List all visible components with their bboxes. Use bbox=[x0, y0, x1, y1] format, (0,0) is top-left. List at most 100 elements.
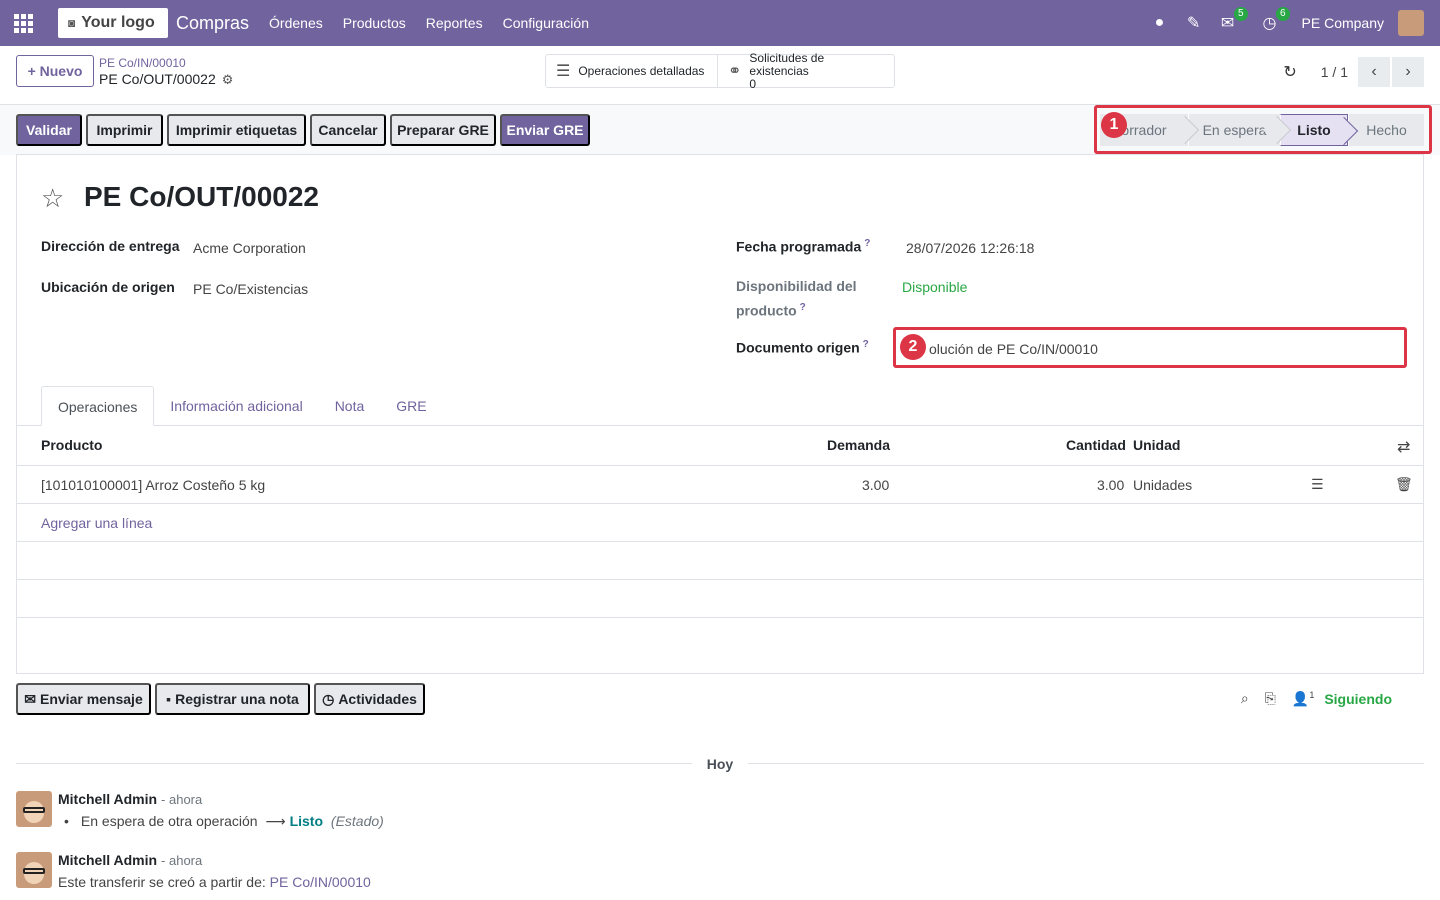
table-header: Producto Demanda Cantidad Unidad ⇄ bbox=[17, 426, 1423, 466]
row-quantity[interactable]: 3.00 bbox=[1097, 477, 1124, 493]
main-menu: Órdenes Productos Reportes Configuración bbox=[259, 15, 599, 31]
search-icon[interactable]: ⌕ bbox=[1241, 690, 1249, 707]
following-button[interactable]: Siguiendo bbox=[1324, 691, 1392, 707]
record-title: PE Co/OUT/00022 bbox=[84, 181, 319, 212]
trash-icon[interactable]: 🗑 bbox=[1395, 476, 1413, 493]
help-icon[interactable]: ? bbox=[864, 238, 870, 249]
company-switcher[interactable]: PE Company bbox=[1302, 15, 1384, 31]
availability-value: Disponible bbox=[902, 279, 968, 295]
arrow-right-icon: ⟶ bbox=[265, 813, 286, 829]
app-name[interactable]: Compras bbox=[176, 13, 249, 34]
table-row[interactable]: [101010100001] Arroz Costeño 5 kg 3.00 3… bbox=[17, 466, 1423, 504]
breadcrumb-parent[interactable]: PE Co/IN/00010 bbox=[99, 56, 233, 70]
edit-icon[interactable]: ✎ bbox=[1184, 13, 1204, 33]
send-message-button[interactable]: ✉ Enviar mensaje bbox=[16, 683, 151, 715]
menu-item-reports[interactable]: Reportes bbox=[426, 15, 483, 31]
drop-icon[interactable]: ● bbox=[1150, 14, 1170, 32]
tab-note[interactable]: Nota bbox=[319, 386, 381, 426]
tab-operations[interactable]: Operaciones bbox=[41, 386, 155, 426]
pager: ↻ 1 / 1 ‹ › bbox=[1283, 57, 1424, 87]
date-separator-line bbox=[16, 763, 692, 764]
activities-label: Actividades bbox=[338, 691, 417, 707]
column-unit[interactable]: Unidad bbox=[1133, 437, 1180, 453]
send-message-label: Enviar mensaje bbox=[40, 691, 143, 707]
tab-gre[interactable]: GRE bbox=[380, 386, 442, 426]
new-button[interactable]: + Nuevo bbox=[16, 55, 94, 87]
message-author: Mitchell Admin - ahora bbox=[58, 791, 202, 807]
message-time: - ahora bbox=[161, 792, 203, 807]
prepare-gre-button[interactable]: Preparar GRE bbox=[390, 114, 496, 146]
cancel-button[interactable]: Cancelar bbox=[310, 114, 386, 146]
column-quantity[interactable]: Cantidad bbox=[1066, 437, 1126, 453]
logo-text: Your logo bbox=[81, 14, 155, 31]
availability-label: Disponibilidad del producto? bbox=[736, 276, 857, 322]
column-settings-icon[interactable]: ⇄ bbox=[1397, 437, 1410, 457]
camera-icon: ◙ bbox=[68, 16, 76, 30]
paperclip-icon[interactable]: ⎘ bbox=[1265, 690, 1276, 707]
tab-additional-info[interactable]: Información adicional bbox=[154, 386, 318, 426]
gear-icon[interactable]: ⚙ bbox=[222, 72, 234, 87]
add-line-link[interactable]: Agregar una línea bbox=[41, 515, 152, 531]
stock-requests-button[interactable]: ⚭ Solicitudes de existencias 0 bbox=[717, 51, 894, 90]
help-icon[interactable]: ? bbox=[800, 302, 806, 313]
avatar[interactable] bbox=[16, 852, 52, 888]
tracking-field-name: (Estado) bbox=[330, 813, 384, 829]
form-sheet: ☆ PE Co/OUT/00022 Dirección de entrega A… bbox=[16, 154, 1424, 674]
detailed-operations-button[interactable]: ☰ Operaciones detalladas bbox=[546, 55, 717, 87]
message-author-name[interactable]: Mitchell Admin bbox=[58, 791, 157, 807]
message-author: Mitchell Admin - ahora bbox=[58, 852, 202, 868]
followers-count: 1 bbox=[1309, 690, 1315, 700]
empty-row bbox=[17, 542, 1423, 580]
note-icon: ▪ bbox=[166, 691, 172, 707]
activities-button[interactable]: ◷ Actividades bbox=[314, 683, 425, 715]
pager-value[interactable]: 1 / 1 bbox=[1321, 64, 1348, 80]
availability-label-line1: Disponibilidad del bbox=[736, 278, 857, 294]
delivery-address-field[interactable]: Acme Corporation bbox=[193, 240, 306, 256]
details-list-icon[interactable]: ☰ bbox=[1311, 476, 1324, 493]
clock-icon[interactable]: ◷ 6 bbox=[1260, 7, 1290, 33]
validate-button[interactable]: Validar bbox=[16, 114, 82, 146]
avatar-glasses bbox=[23, 868, 45, 874]
chevron-left-icon[interactable]: ‹ bbox=[1358, 57, 1390, 87]
scheduled-date-field[interactable]: 28/07/2026 12:26:18 bbox=[906, 240, 1034, 256]
avatar[interactable] bbox=[16, 791, 52, 827]
column-demand[interactable]: Demanda bbox=[827, 437, 890, 453]
row-unit[interactable]: Unidades bbox=[1133, 477, 1192, 493]
log-note-button[interactable]: ▪ Registrar una nota bbox=[155, 683, 310, 715]
user-avatar[interactable] bbox=[1398, 10, 1424, 36]
message-author-name[interactable]: Mitchell Admin bbox=[58, 852, 157, 868]
star-icon[interactable]: ☆ bbox=[41, 183, 64, 214]
company-logo[interactable]: ◙ Your logo bbox=[58, 8, 168, 38]
notebook-tabs: Operaciones Información adicional Nota G… bbox=[41, 386, 443, 426]
link-icon: ⚭ bbox=[728, 63, 742, 80]
list-icon: ☰ bbox=[556, 63, 571, 80]
origin-document-label: Documento origen? bbox=[736, 339, 869, 356]
breadcrumb-current: PE Co/OUT/00022 ⚙ bbox=[99, 70, 233, 89]
chat-icon[interactable]: ✉ 5 bbox=[1218, 7, 1248, 33]
menu-item-products[interactable]: Productos bbox=[343, 15, 406, 31]
activities-badge: 6 bbox=[1275, 7, 1290, 21]
apps-menu-icon[interactable] bbox=[0, 0, 46, 46]
row-product[interactable]: [101010100001] Arroz Costeño 5 kg bbox=[41, 477, 265, 493]
column-product[interactable]: Producto bbox=[41, 437, 102, 453]
followers-icon[interactable]: 👤1 bbox=[1292, 690, 1314, 708]
send-gre-button[interactable]: Enviar GRE bbox=[500, 114, 590, 146]
message-link[interactable]: PE Co/IN/00010 bbox=[270, 874, 371, 890]
avatar-glasses bbox=[23, 807, 45, 813]
scheduled-date-label: Fecha programada? bbox=[736, 238, 870, 255]
date-separator-line bbox=[748, 763, 1424, 764]
row-demand[interactable]: 3.00 bbox=[862, 477, 889, 493]
menu-item-orders[interactable]: Órdenes bbox=[269, 15, 323, 31]
tracking-old-value: En espera de otra operación bbox=[80, 813, 258, 829]
chevron-right-icon[interactable]: › bbox=[1392, 57, 1424, 87]
stock-requests-text: Solicitudes de existencias 0 bbox=[749, 51, 884, 91]
source-location-field[interactable]: PE Co/Existencias bbox=[193, 281, 308, 297]
print-labels-button[interactable]: Imprimir etiquetas bbox=[167, 114, 306, 146]
menu-item-configuration[interactable]: Configuración bbox=[503, 15, 589, 31]
tracking-new-value: Listo bbox=[289, 813, 324, 829]
refresh-icon[interactable]: ↻ bbox=[1283, 62, 1296, 82]
print-button[interactable]: Imprimir bbox=[86, 114, 163, 146]
help-icon[interactable]: ? bbox=[863, 339, 869, 350]
breadcrumb-current-label: PE Co/OUT/00022 bbox=[99, 71, 216, 87]
bullet-icon: • bbox=[64, 813, 69, 829]
